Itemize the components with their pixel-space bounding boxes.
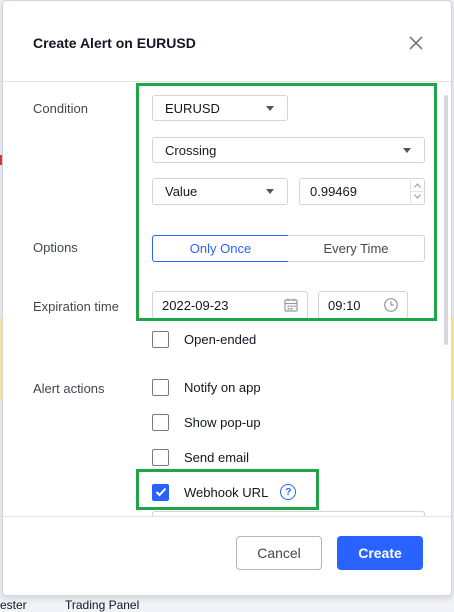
value-input[interactable]: 0.99469: [299, 178, 425, 205]
dialog-title: Create Alert on EURUSD: [33, 35, 196, 51]
expiration-time-input[interactable]: 09:10: [318, 291, 408, 319]
checkbox-box[interactable]: [152, 330, 169, 348]
only-once-toggle[interactable]: Only Once: [152, 235, 289, 262]
every-time-toggle[interactable]: Every Time: [288, 235, 425, 262]
source-select-value: Value: [165, 184, 198, 199]
send-email-checkbox[interactable]: Send email: [152, 447, 249, 467]
close-icon[interactable]: [405, 32, 427, 54]
expiration-date-value: 2022-09-23: [162, 297, 229, 313]
value-stepper: [410, 180, 423, 203]
webhook-url-checkbox[interactable]: Webhook URL ?: [152, 482, 297, 502]
scrollbar-thumb[interactable]: [444, 95, 448, 345]
operator-select[interactable]: Crossing: [152, 137, 425, 163]
show-popup-label: Show pop-up: [184, 414, 261, 430]
chevron-down-icon: [403, 148, 411, 153]
operator-select-value: Crossing: [165, 142, 217, 158]
open-ended-label: Open-ended: [184, 331, 257, 347]
show-popup-checkbox[interactable]: Show pop-up: [152, 412, 261, 432]
create-alert-dialog: Create Alert on EURUSD Condition EURUSD …: [2, 0, 452, 596]
cancel-button[interactable]: Cancel: [236, 536, 322, 570]
calendar-icon[interactable]: [283, 297, 299, 313]
clock-icon[interactable]: [383, 297, 399, 313]
alert-actions-label: Alert actions: [33, 381, 105, 396]
webhook-url-label: Webhook URL: [184, 484, 269, 500]
footer-divider: [3, 516, 451, 517]
help-icon[interactable]: ?: [280, 484, 297, 500]
checkbox-box[interactable]: [152, 378, 169, 396]
notify-on-app-label: Notify on app: [184, 379, 261, 395]
open-ended-checkbox[interactable]: Open-ended: [152, 329, 256, 349]
checkbox-box[interactable]: [152, 483, 169, 501]
expiration-label: Expiration time: [33, 299, 119, 314]
bottom-tab-trading-panel[interactable]: Trading Panel: [65, 598, 139, 612]
header-divider: [3, 81, 451, 82]
condition-label: Condition: [33, 101, 88, 116]
chevron-down-icon: [266, 189, 274, 194]
value-input-text: 0.99469: [310, 184, 357, 199]
symbol-select[interactable]: EURUSD: [152, 95, 288, 121]
send-email-label: Send email: [184, 449, 250, 465]
notify-on-app-checkbox[interactable]: Notify on app: [152, 377, 261, 397]
source-select[interactable]: Value: [152, 178, 288, 205]
chevron-down-icon: [266, 106, 274, 111]
expiration-date-input[interactable]: 2022-09-23: [152, 291, 308, 319]
expiration-time-value: 09:10: [328, 297, 361, 313]
checkbox-box[interactable]: [152, 413, 169, 431]
checkmark-icon: [155, 487, 166, 497]
stepper-down-icon[interactable]: [411, 191, 423, 202]
create-button[interactable]: Create: [337, 536, 423, 570]
bottom-tab-strategy-tester[interactable]: ester: [0, 598, 27, 612]
options-label: Options: [33, 240, 78, 255]
checkbox-box[interactable]: [152, 448, 169, 466]
symbol-select-value: EURUSD: [165, 100, 220, 116]
